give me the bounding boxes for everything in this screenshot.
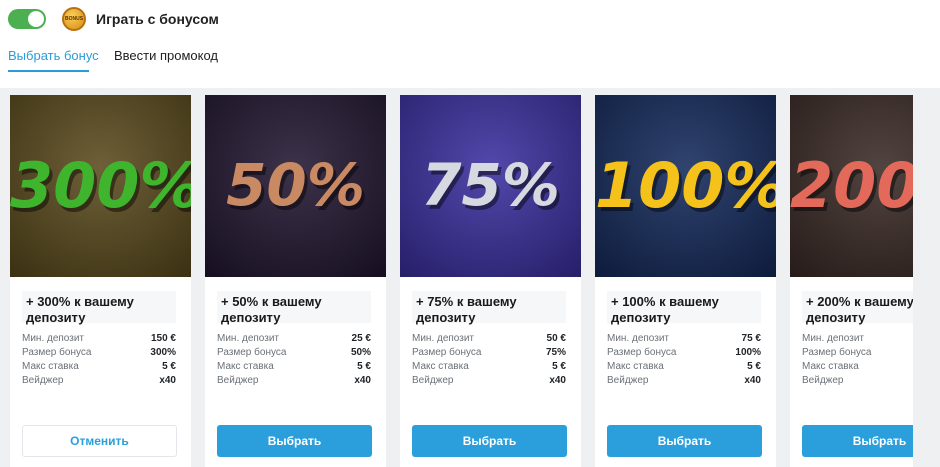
detail-row-wager: Вейджер x40 — [22, 375, 176, 389]
detail-label-bonus-size: Размер бонуса — [412, 347, 482, 358]
active-tab-indicator — [8, 70, 89, 72]
bonus-card-title: + 100% к вашему депозиту — [607, 291, 761, 325]
detail-row-min-deposit: Мин. депозит 50 € — [412, 333, 566, 347]
bonus-card-image-percent: 50% — [226, 151, 365, 219]
detail-label-bonus-size: Размер бонуса — [802, 347, 872, 358]
bonus-card-image-percent: 75% — [421, 151, 560, 219]
select-bonus-button[interactable]: Выбрать — [412, 425, 567, 457]
detail-row-min-deposit: Мин. депозит 75 € — [607, 333, 761, 347]
bonus-card: 75% + 75% к вашему депозиту Мин. депозит 50… — [400, 95, 581, 467]
detail-value-max-bet: 5 € — [747, 361, 761, 372]
bonus-card-title: + 75% к вашему депозиту — [412, 291, 566, 325]
select-bonus-button[interactable]: Выбрать — [217, 425, 372, 457]
bonus-card: 100% + 100% к вашему депозиту Мин. депозит… — [595, 95, 776, 467]
bonus-card-image: 300% — [10, 95, 191, 277]
detail-row-bonus-size: Размер бонуса 300% — [22, 347, 176, 361]
detail-label-min-deposit: Мин. депозит — [802, 333, 865, 344]
detail-value-bonus-size: 300% — [150, 347, 176, 358]
cancel-bonus-button[interactable]: Отменить — [22, 425, 177, 457]
detail-value-min-deposit: 75 € — [741, 333, 761, 344]
detail-row-wager: Вейджер x40 — [607, 375, 761, 389]
detail-row-max-bet: Макс ставка 5 € — [217, 361, 371, 375]
detail-label-min-deposit: Мин. депозит — [217, 333, 280, 344]
detail-label-wager: Вейджер — [607, 375, 649, 386]
bonus-card-image: 100% — [595, 95, 776, 277]
detail-value-max-bet: 5 € — [162, 361, 176, 372]
detail-label-min-deposit: Мин. депозит — [607, 333, 670, 344]
detail-value-bonus-size: 50% — [350, 347, 371, 358]
detail-label-wager: Вейджер — [412, 375, 454, 386]
detail-value-min-deposit: 50 € — [546, 333, 566, 344]
detail-label-min-deposit: Мин. депозит — [412, 333, 475, 344]
detail-label-max-bet: Макс ставка — [412, 361, 469, 372]
detail-value-wager: x40 — [744, 375, 761, 386]
detail-label-max-bet: Макс ставка — [802, 361, 859, 372]
detail-value-bonus-size: 100% — [735, 347, 761, 358]
detail-row-bonus-size: Размер бонуса 75% — [412, 347, 566, 361]
bonus-card-image: 50% — [205, 95, 386, 277]
detail-row-min-deposit: Мин. депозит 150 € — [22, 333, 176, 347]
bonus-card-title: + 50% к вашему депозиту — [217, 291, 371, 325]
bonus-badge-text: BONUS — [64, 16, 84, 22]
detail-row-wager: Вейджер x40 — [217, 375, 371, 389]
detail-label-bonus-size: Размер бонуса — [22, 347, 92, 358]
detail-value-wager: x40 — [549, 375, 566, 386]
detail-label-wager: Вейджер — [217, 375, 259, 386]
detail-value-min-deposit: 25 € — [351, 333, 371, 344]
bonus-card: 300% + 300% к вашему депозиту Мин. депозит… — [10, 95, 191, 467]
bonus-card-image-percent: 100% — [595, 149, 776, 222]
bonus-card-image-percent: 300% — [10, 149, 191, 222]
bonus-card-image: 75% — [400, 95, 581, 277]
detail-label-wager: Вейджер — [802, 375, 844, 386]
bonus-card-details: Мин. депозит 75 € Размер бонуса 100% Макс ст… — [607, 333, 761, 389]
bonus-card: 50% + 50% к вашему депозиту Мин. депозит 25… — [205, 95, 386, 467]
bonus-badge-icon: BONUS — [62, 7, 86, 31]
detail-label-wager: Вейджер — [22, 375, 64, 386]
bonus-card-title: + 300% к вашему депозиту — [22, 291, 176, 325]
detail-value-wager: x40 — [159, 375, 176, 386]
detail-row-max-bet: Макс ставка 5 € — [22, 361, 176, 375]
detail-value-max-bet: 5 € — [357, 361, 371, 372]
tab-choose-bonus[interactable]: Выбрать бонус — [8, 48, 99, 63]
detail-label-max-bet: Макс ставка — [22, 361, 79, 372]
detail-value-bonus-size: 75% — [545, 347, 566, 358]
detail-value-max-bet: 5 € — [552, 361, 566, 372]
page-root: BONUS Играть с бонусом Выбрать бонус Вве… — [0, 0, 940, 467]
detail-row-wager: Вейджер x40 — [412, 375, 566, 389]
play-with-bonus-toggle[interactable] — [8, 9, 46, 29]
detail-label-max-bet: Макс ставка — [607, 361, 664, 372]
detail-value-min-deposit: 150 € — [150, 333, 176, 344]
detail-label-min-deposit: Мин. депозит — [22, 333, 85, 344]
scroll-overflow-edge — [913, 88, 940, 467]
detail-row-max-bet: Макс ставка 5 € — [412, 361, 566, 375]
detail-label-max-bet: Макс ставка — [217, 361, 274, 372]
detail-row-bonus-size: Размер бонуса 100% — [607, 347, 761, 361]
bonus-card-details: Мин. депозит 25 € Размер бонуса 50% Макс ста… — [217, 333, 371, 389]
tab-enter-promocode[interactable]: Ввести промокод — [114, 48, 218, 63]
bonus-title: Играть с бонусом — [96, 11, 219, 27]
detail-row-max-bet: Макс ставка 5 € — [607, 361, 761, 375]
bonus-card-details: Мин. депозит 150 € Размер бонуса 300% Макс с… — [22, 333, 176, 389]
detail-row-min-deposit: Мин. депозит 25 € — [217, 333, 371, 347]
detail-value-wager: x40 — [354, 375, 371, 386]
detail-label-bonus-size: Размер бонуса — [607, 347, 677, 358]
select-bonus-button[interactable]: Выбрать — [607, 425, 762, 457]
detail-label-bonus-size: Размер бонуса — [217, 347, 287, 358]
toggle-knob — [28, 11, 44, 27]
bonus-header: BONUS Играть с бонусом Выбрать бонус Вве… — [0, 0, 940, 88]
bonus-card-details: Мин. депозит 50 € Размер бонуса 75% Макс ста… — [412, 333, 566, 389]
detail-row-bonus-size: Размер бонуса 50% — [217, 347, 371, 361]
